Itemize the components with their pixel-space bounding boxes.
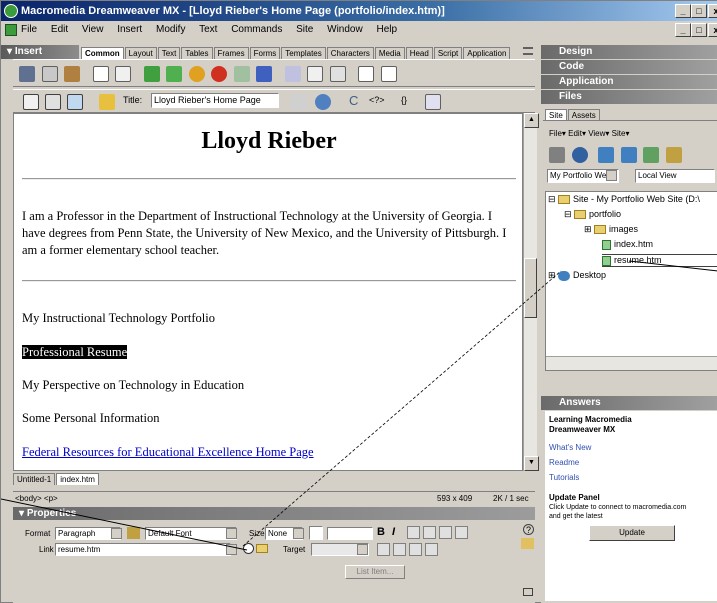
annotation-lines (1, 260, 717, 551)
